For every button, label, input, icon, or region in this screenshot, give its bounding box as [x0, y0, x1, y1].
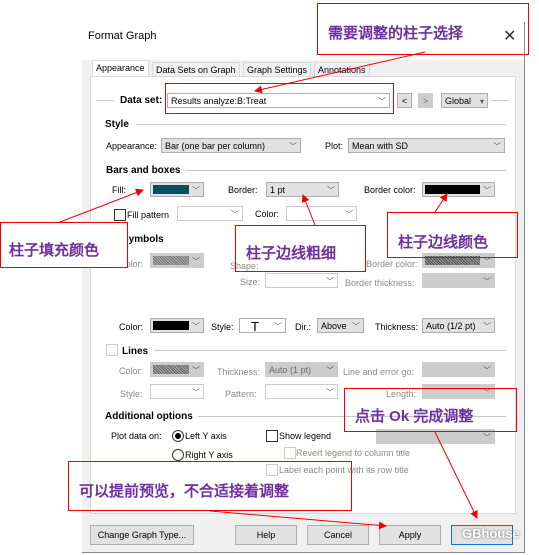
errorbar-style-label: Style: — [211, 322, 234, 332]
errorbar-thickness-label: Thickness: — [375, 322, 419, 332]
global-scope-select[interactable]: Global ▾ — [441, 93, 488, 108]
tab-annotations[interactable]: Annotations — [314, 62, 370, 77]
dataset-select[interactable]: Results analyze:B:Treat ﹀ — [167, 93, 390, 108]
revert-legend-checkbox[interactable] — [284, 447, 296, 459]
fill-swatch — [153, 185, 189, 194]
tab-appearance[interactable]: Appearance — [92, 60, 149, 77]
tab-data-sets[interactable]: Data Sets on Graph — [152, 62, 240, 77]
appearance-select[interactable]: Bar (one bar per column) ﹀ — [161, 138, 301, 153]
help-button[interactable]: Help — [235, 525, 297, 545]
fill-pattern-checkbox[interactable] — [114, 209, 126, 221]
show-legend-checkbox[interactable] — [266, 430, 278, 442]
fill-pattern-label: Fill pattern — [127, 210, 170, 220]
label-each-label: Label each point with its row title — [279, 465, 409, 475]
symbol-border-color-select[interactable]: ﹀ — [422, 253, 495, 268]
additional-heading: Additional options — [105, 411, 193, 422]
symbols-checkbox[interactable] — [106, 232, 118, 244]
length-label: Length: — [386, 389, 417, 399]
line-error-label: Line and error go: — [343, 367, 415, 377]
border-color-label: Border color: — [364, 185, 416, 195]
right-axis-label: Right Y axis — [185, 450, 233, 460]
errorbar-color-select[interactable]: ﹀ — [150, 318, 204, 333]
prev-dataset-button[interactable]: < — [397, 93, 412, 108]
left-axis-label: Left Y axis — [185, 431, 227, 441]
symbol-color-label: Color: — [119, 259, 144, 269]
border-thickness-select[interactable]: ﹀ — [422, 273, 495, 288]
line-thickness-select[interactable]: Auto (1 pt) ﹀ — [265, 362, 338, 377]
label-each-checkbox[interactable] — [266, 464, 278, 476]
size-select[interactable]: ﹀ — [265, 273, 338, 288]
dialog-title: Format Graph — [88, 30, 157, 42]
apply-button[interactable]: Apply — [379, 525, 441, 545]
next-dataset-button[interactable]: > — [418, 93, 433, 108]
line-color-select[interactable]: ﹀ — [150, 362, 204, 377]
plot-label: Plot: — [325, 141, 344, 151]
line-thickness-label: Thickness: — [217, 367, 261, 377]
dir-select[interactable]: Above ﹀ — [317, 318, 364, 333]
change-graph-type-button[interactable]: Change Graph Type... — [90, 525, 194, 545]
length-select[interactable]: ﹀ — [422, 384, 495, 399]
show-legend-label: Show legend — [279, 431, 332, 441]
style-heading: Style — [105, 119, 129, 130]
border-color-select[interactable]: ﹀ — [422, 182, 495, 197]
fill-color-select[interactable]: ﹀ — [150, 182, 204, 197]
plot-on-label: Plot data on: — [111, 431, 162, 441]
left-axis-radio[interactable] — [172, 430, 184, 442]
cancel-button[interactable]: Cancel — [307, 525, 369, 545]
symbol-border-color-label: Border color: — [366, 259, 418, 269]
errorbar-thickness-select[interactable]: Auto (1/2 pt) ﹀ — [422, 318, 495, 333]
symbols-heading: Symbols — [122, 234, 164, 245]
bars-heading: Bars and boxes — [106, 165, 181, 176]
fill-label: Fill: — [112, 185, 126, 195]
lines-heading: Lines — [122, 346, 149, 357]
line-color-label: Color: — [119, 366, 144, 376]
border-color-swatch — [425, 185, 480, 194]
revert-legend-label: Revert legend to column title — [296, 448, 411, 458]
border-thickness-label: Border thickness: — [345, 278, 415, 288]
pattern-color-select[interactable]: ﹀ — [286, 206, 357, 221]
line-style-label: Style: — [120, 389, 143, 399]
ok-button[interactable]: OK — [451, 525, 513, 545]
symbol-color-select[interactable]: ﹀ — [150, 253, 204, 268]
line-style-select[interactable]: ﹀ — [150, 384, 204, 399]
legend-select[interactable]: ﹀ — [376, 429, 495, 444]
lines-checkbox[interactable] — [106, 344, 118, 356]
border-label: Border: — [228, 185, 258, 195]
border-width-select[interactable]: 1 pt ﹀ — [266, 182, 339, 197]
fill-pattern-select[interactable]: ﹀ — [177, 206, 243, 221]
line-pattern-label: Pattern: — [225, 389, 257, 399]
errorbar-color-label: Color: — [119, 322, 144, 332]
errorbar-style-select[interactable]: T ﹀ — [239, 318, 286, 334]
dataset-label: Data set: — [120, 95, 163, 106]
line-error-select[interactable]: ﹀ — [422, 362, 495, 377]
close-icon[interactable]: ✕ — [503, 26, 516, 46]
right-axis-radio[interactable] — [172, 449, 184, 461]
pattern-color-label: Color: — [255, 209, 280, 219]
dir-label: Dir.: — [295, 322, 312, 332]
appearance-label: Appearance: — [106, 141, 158, 151]
shape-label: Shape: — [230, 261, 259, 271]
line-pattern-select[interactable]: ﹀ — [265, 384, 338, 399]
plot-select[interactable]: Mean with SD ﹀ — [348, 138, 505, 153]
size-label: Size: — [240, 277, 261, 287]
tab-graph-settings[interactable]: Graph Settings — [243, 62, 312, 77]
